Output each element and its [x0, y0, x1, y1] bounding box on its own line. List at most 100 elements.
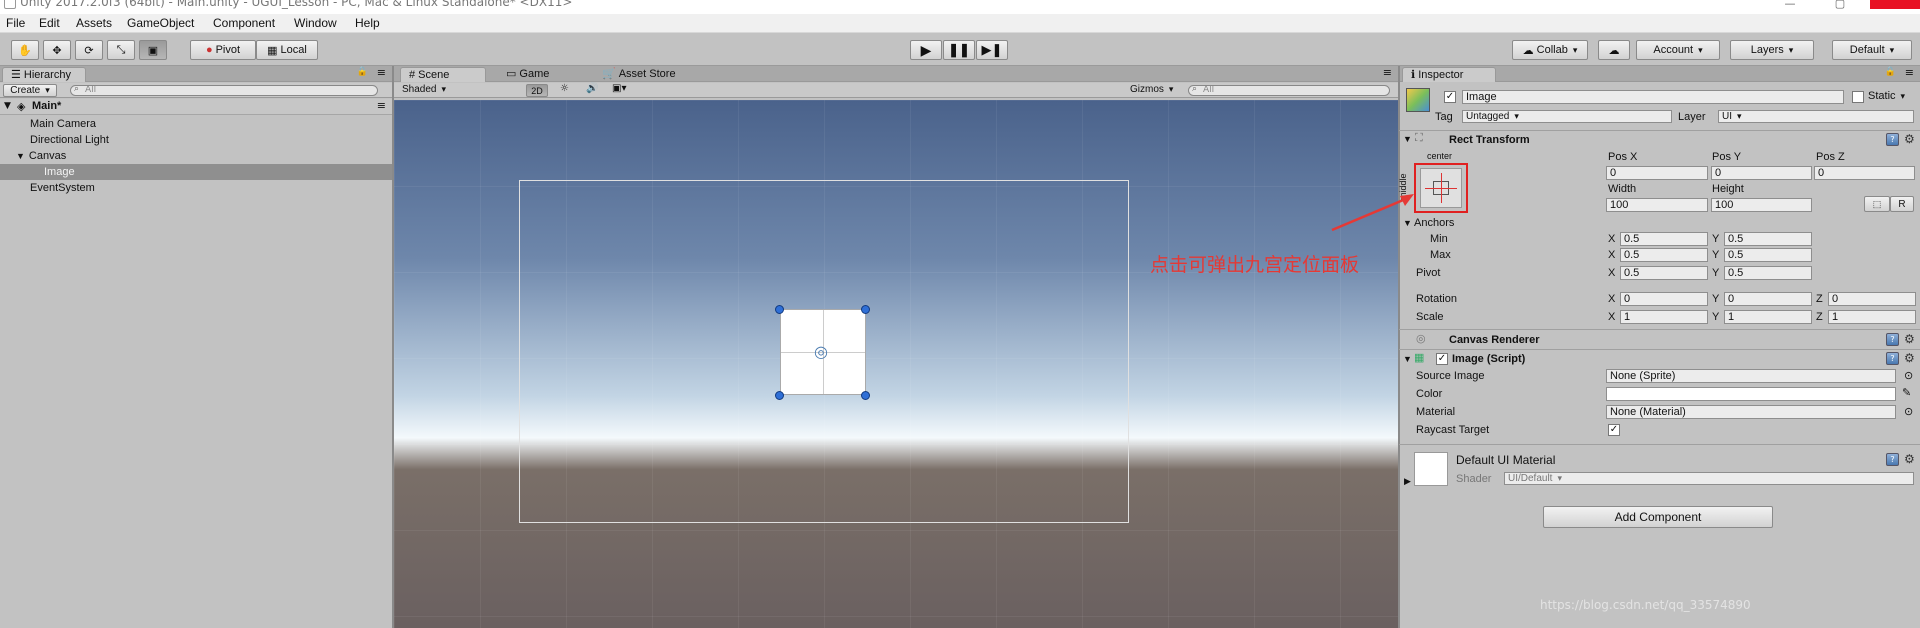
- rect-handle[interactable]: [775, 305, 784, 314]
- play-button[interactable]: ▶: [910, 40, 942, 60]
- rotation-z-input[interactable]: 0: [1828, 292, 1916, 306]
- shading-dropdown[interactable]: Shaded: [402, 84, 520, 95]
- hand-tool-icon[interactable]: ✋: [11, 40, 39, 60]
- rotate-tool-icon[interactable]: ⟳: [75, 40, 103, 60]
- help-icon[interactable]: ?: [1886, 333, 1899, 346]
- lighting-icon[interactable]: ☼: [560, 83, 569, 94]
- anchor-min-y-input[interactable]: 0.5: [1724, 232, 1812, 246]
- menu-help[interactable]: Help: [355, 16, 380, 30]
- color-field[interactable]: [1606, 387, 1896, 401]
- minimize-icon[interactable]: —: [1770, 0, 1810, 10]
- menu-component[interactable]: Component: [213, 16, 275, 30]
- blueprint-mode-button[interactable]: ⬚: [1864, 196, 1890, 212]
- anchor-max-x-input[interactable]: 0.5: [1620, 248, 1708, 262]
- panel-menu-icon[interactable]: ≡: [1383, 66, 1392, 79]
- lock-icon[interactable]: 🔒: [357, 67, 368, 77]
- layers-dropdown[interactable]: Layers: [1730, 40, 1814, 60]
- pivot-toggle[interactable]: ● Pivot: [190, 40, 256, 60]
- rect-handle[interactable]: [861, 305, 870, 314]
- hierarchy-item-canvas[interactable]: ▼ Canvas: [0, 148, 392, 164]
- add-component-button[interactable]: Add Component: [1543, 506, 1773, 528]
- gear-icon[interactable]: ⚙: [1904, 453, 1916, 465]
- anchor-max-y-input[interactable]: 0.5: [1724, 248, 1812, 262]
- eyedropper-icon[interactable]: ✎: [1902, 386, 1911, 399]
- image-enabled-checkbox[interactable]: ✓: [1436, 353, 1448, 365]
- tag-dropdown[interactable]: Untagged: [1462, 110, 1672, 123]
- pivot-y-input[interactable]: 0.5: [1724, 266, 1812, 280]
- help-icon[interactable]: ?: [1886, 352, 1899, 365]
- rect-handle[interactable]: [775, 391, 784, 400]
- move-tool-icon[interactable]: ✥: [43, 40, 71, 60]
- active-checkbox[interactable]: ✓: [1444, 91, 1456, 103]
- expand-icon[interactable]: ▼: [4, 101, 11, 111]
- static-checkbox[interactable]: [1852, 91, 1864, 103]
- pivot-x-input[interactable]: 0.5: [1620, 266, 1708, 280]
- panel-menu-icon[interactable]: ≡: [377, 66, 386, 79]
- rect-handle[interactable]: [861, 391, 870, 400]
- pos-x-input[interactable]: 0: [1606, 166, 1708, 180]
- gear-icon[interactable]: ⚙: [1904, 352, 1916, 364]
- scene-header-row[interactable]: ▼ ◈ Main* ≡: [0, 99, 392, 115]
- material-field[interactable]: None (Material): [1606, 405, 1896, 419]
- scale-y-input[interactable]: 1: [1724, 310, 1812, 324]
- image-element[interactable]: ◎: [780, 309, 866, 395]
- width-input[interactable]: 100: [1606, 198, 1708, 212]
- anchor-min-x-input[interactable]: 0.5: [1620, 232, 1708, 246]
- tab-hierarchy[interactable]: ☰ Hierarchy: [2, 67, 86, 82]
- create-dropdown[interactable]: Create: [3, 84, 57, 97]
- hierarchy-item-main-camera[interactable]: Main Camera: [0, 116, 392, 132]
- tab-scene[interactable]: # Scene: [400, 67, 486, 82]
- object-picker-icon[interactable]: ⊙: [1904, 369, 1913, 382]
- source-image-field[interactable]: None (Sprite): [1606, 369, 1896, 383]
- gizmos-dropdown[interactable]: Gizmos: [1130, 84, 1173, 95]
- rotation-y-input[interactable]: 0: [1724, 292, 1812, 306]
- maximize-icon[interactable]: ▢: [1820, 0, 1860, 10]
- tab-asset-store[interactable]: 🛒 Asset Store: [594, 67, 694, 82]
- hierarchy-item-eventsystem[interactable]: EventSystem: [0, 180, 392, 196]
- expand-icon[interactable]: ▼: [16, 151, 25, 161]
- gear-icon[interactable]: ⚙: [1904, 333, 1916, 345]
- step-button[interactable]: ▶❚: [976, 40, 1008, 60]
- menu-gameobject[interactable]: GameObject: [127, 16, 194, 30]
- scale-tool-icon[interactable]: ⤡: [107, 40, 135, 60]
- gear-icon[interactable]: ⚙: [1904, 133, 1916, 145]
- rect-tool-icon[interactable]: ▣: [139, 40, 167, 60]
- object-picker-icon[interactable]: ⊙: [1904, 405, 1913, 418]
- hierarchy-search-input[interactable]: All: [70, 85, 378, 96]
- pos-y-input[interactable]: 0: [1711, 166, 1812, 180]
- close-icon[interactable]: [1870, 0, 1920, 9]
- pos-z-input[interactable]: 0: [1814, 166, 1915, 180]
- shader-dropdown[interactable]: UI/Default: [1504, 472, 1914, 485]
- menu-file[interactable]: File: [6, 16, 25, 30]
- scale-x-input[interactable]: 1: [1620, 310, 1708, 324]
- menu-assets[interactable]: Assets: [76, 16, 112, 30]
- static-dropdown[interactable]: Static: [1868, 90, 1905, 102]
- scale-z-input[interactable]: 1: [1828, 310, 1916, 324]
- tab-game[interactable]: ▭ Game: [498, 67, 568, 82]
- tab-inspector[interactable]: ℹ Inspector: [1402, 67, 1496, 82]
- effects-icon[interactable]: ▣▾: [612, 83, 626, 94]
- foldout-icon[interactable]: ▶: [1404, 476, 1411, 487]
- hierarchy-item-image[interactable]: Image: [0, 164, 392, 180]
- rotation-x-input[interactable]: 0: [1620, 292, 1708, 306]
- pause-button[interactable]: ❚❚: [943, 40, 975, 60]
- panel-menu-icon[interactable]: ≡: [1905, 66, 1914, 79]
- account-dropdown[interactable]: Account: [1636, 40, 1720, 60]
- scene-search-input[interactable]: All: [1188, 85, 1390, 96]
- raw-edit-button[interactable]: R: [1890, 196, 1914, 212]
- help-icon[interactable]: ?: [1886, 453, 1899, 466]
- object-name-input[interactable]: Image: [1462, 90, 1844, 104]
- 2d-toggle[interactable]: 2D: [526, 84, 548, 97]
- collab-dropdown[interactable]: ☁ Collab: [1512, 40, 1588, 60]
- lock-icon[interactable]: 🔒: [1885, 67, 1896, 77]
- foldout-icon[interactable]: ▼: [1403, 134, 1412, 144]
- height-input[interactable]: 100: [1711, 198, 1812, 212]
- scene-menu-icon[interactable]: ≡: [377, 99, 386, 112]
- local-toggle[interactable]: ▦ Local: [256, 40, 318, 60]
- help-icon[interactable]: ?: [1886, 133, 1899, 146]
- audio-icon[interactable]: 🔊: [586, 83, 598, 94]
- foldout-icon[interactable]: ▼: [1403, 354, 1412, 364]
- layer-dropdown[interactable]: UI: [1718, 110, 1914, 123]
- menu-edit[interactable]: Edit: [39, 16, 60, 30]
- layout-dropdown[interactable]: Default: [1832, 40, 1912, 60]
